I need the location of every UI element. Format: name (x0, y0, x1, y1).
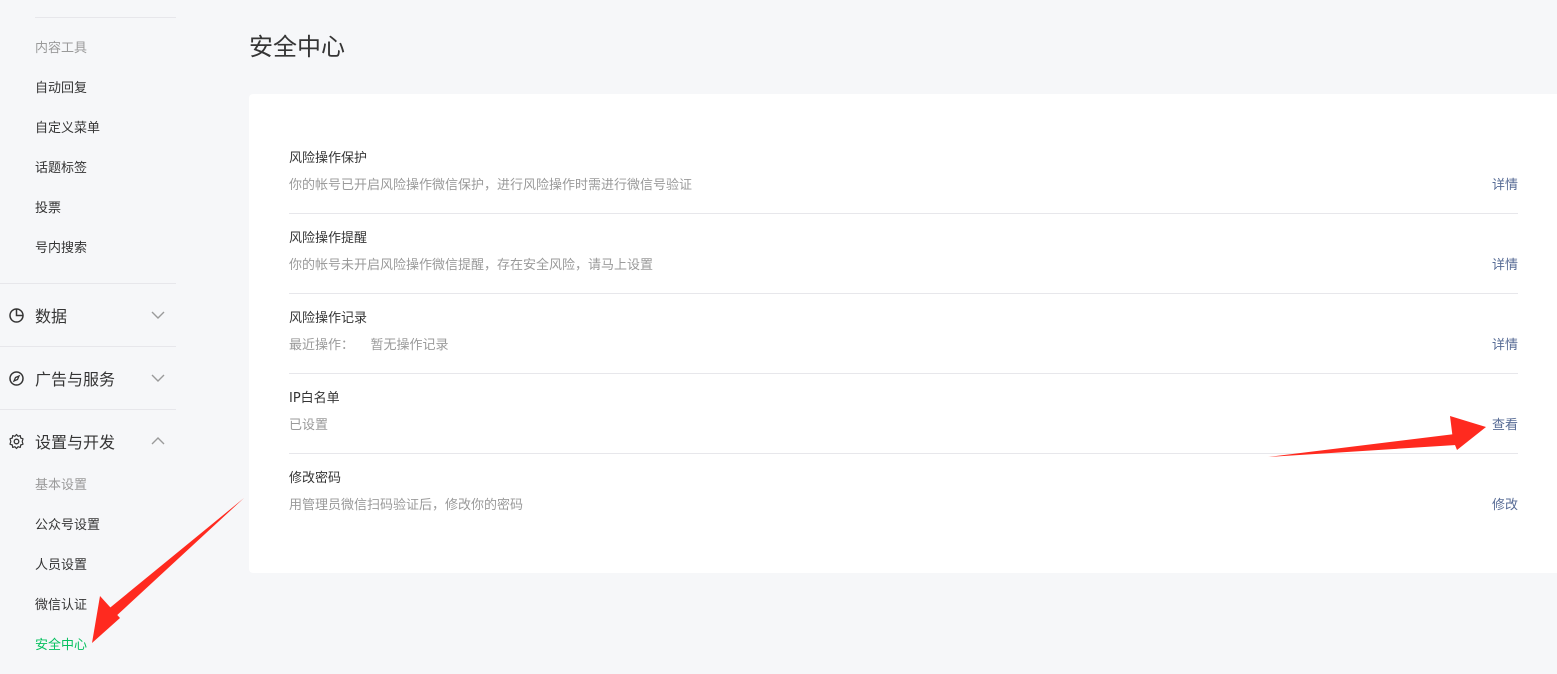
security-row-risk-protection: 风险操作保护 你的帐号已开启风险操作微信保护，进行风险操作时需进行微信号验证 详… (289, 94, 1518, 214)
row-title: IP白名单 (289, 391, 340, 406)
basic-settings-title: 基本设置 (35, 478, 88, 493)
sidebar-item-account-settings[interactable]: 公众号设置 (35, 517, 100, 535)
security-row-risk-log: 风险操作记录 最近操作： 暂无操作记录 详情 (289, 254, 1518, 374)
sidebar-section-data-label: 数据 (35, 307, 68, 326)
row-title: 风险操作记录 (289, 311, 368, 326)
sidebar-item-vote[interactable]: 投票 (35, 200, 61, 218)
chevron-down-icon (151, 374, 165, 382)
sidebar-item-wechat-verify[interactable]: 微信认证 (35, 597, 87, 615)
gear-icon (9, 433, 24, 450)
security-row-ip-whitelist: IP白名单 已设置 查看 (289, 334, 1518, 454)
sidebar-item-custom-menu[interactable]: 自定义菜单 (35, 120, 100, 138)
security-card: 风险操作保护 你的帐号已开启风险操作微信保护，进行风险操作时需进行微信号验证 详… (249, 94, 1557, 573)
sidebar-nav: 内容工具 自动回复 自定义菜单 话题标签 投票 号内搜索 数据 广告与服务 设置… (0, 0, 176, 674)
row-title: 风险操作提醒 (289, 231, 368, 246)
modify-link[interactable]: 修改 (1492, 497, 1518, 515)
chevron-down-icon (151, 311, 165, 319)
sidebar-item-security-center[interactable]: 安全中心 (35, 637, 87, 655)
sidebar-section-settings-label: 设置与开发 (35, 433, 116, 452)
sidebar-divider (0, 283, 176, 284)
security-row-risk-alert: 风险操作提醒 你的帐号未开启风险操作微信提醒，存在安全风险，请马上设置 详情 (289, 174, 1518, 294)
compass-icon (9, 371, 24, 386)
security-row-change-password: 修改密码 用管理员微信扫码验证后，修改你的密码 修改 (289, 414, 1518, 513)
pie-chart-icon (9, 308, 24, 323)
row-description: 用管理员微信扫码验证后，修改你的密码 (289, 498, 524, 513)
sidebar-section-data[interactable]: 数据 (0, 295, 176, 335)
row-title: 风险操作保护 (289, 151, 368, 166)
chevron-up-icon (151, 437, 165, 445)
app-root: 内容工具 自动回复 自定义菜单 话题标签 投票 号内搜索 数据 广告与服务 设置… (0, 0, 1557, 674)
row-title: 修改密码 (289, 471, 342, 486)
sidebar-item-staff-settings[interactable]: 人员设置 (35, 557, 87, 575)
page-title: 安全中心 (249, 33, 345, 61)
content-tools-title: 内容工具 (35, 41, 88, 56)
sidebar-item-auto-reply[interactable]: 自动回复 (35, 80, 87, 98)
sidebar-item-topic-tags[interactable]: 话题标签 (35, 160, 87, 178)
sidebar-divider (0, 409, 176, 410)
sidebar-divider (0, 346, 176, 347)
sidebar-section-ads[interactable]: 广告与服务 (0, 358, 176, 398)
sidebar-section-settings[interactable]: 设置与开发 (0, 421, 176, 461)
sidebar-item-inner-search[interactable]: 号内搜索 (35, 240, 87, 258)
sidebar-top-divider (35, 17, 176, 18)
sidebar-section-ads-label: 广告与服务 (35, 370, 116, 389)
